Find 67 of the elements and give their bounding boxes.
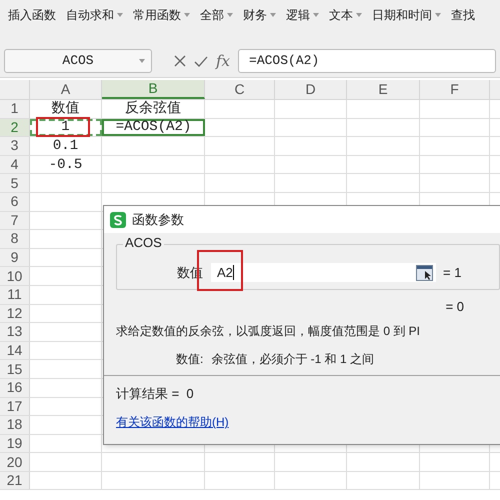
row-header[interactable]: 1 bbox=[0, 100, 30, 118]
table-cell[interactable]: 1 bbox=[30, 118, 102, 136]
row-header[interactable]: 10 bbox=[0, 267, 30, 285]
column-header[interactable]: E bbox=[347, 80, 420, 99]
ribbon-menu-item[interactable]: 常用函数 bbox=[133, 5, 190, 25]
column-header[interactable]: D bbox=[275, 80, 347, 99]
formula-field[interactable]: =ACOS(A2) bbox=[238, 49, 496, 73]
row-header[interactable]: 9 bbox=[0, 248, 30, 266]
row-header[interactable]: 18 bbox=[0, 416, 30, 434]
table-cell[interactable]: -0.5 bbox=[30, 156, 102, 174]
row-header[interactable]: 3 bbox=[0, 137, 30, 155]
table-cell[interactable]: 数值 bbox=[30, 100, 102, 118]
column-header[interactable]: F bbox=[420, 80, 490, 99]
dialog-title: 函数参数 bbox=[132, 212, 184, 228]
row-header[interactable]: 12 bbox=[0, 304, 30, 322]
ribbon-menu-item[interactable]: 插入函数 bbox=[8, 5, 56, 25]
argument-help-text: 余弦值，必须介于 -1 和 1 之间 bbox=[211, 351, 374, 367]
caret-icon bbox=[270, 13, 276, 17]
row-header[interactable]: 7 bbox=[0, 212, 30, 230]
row-header[interactable]: 17 bbox=[0, 398, 30, 416]
caret-icon bbox=[139, 59, 145, 63]
argument-field[interactable]: A2 bbox=[211, 263, 436, 282]
row-header[interactable]: 14 bbox=[0, 342, 30, 360]
name-box[interactable]: ACOS bbox=[4, 49, 152, 73]
caret-icon bbox=[117, 13, 123, 17]
row-header[interactable]: 5 bbox=[0, 174, 30, 192]
ribbon-menu-item[interactable]: 日期和时间 bbox=[372, 5, 441, 25]
ribbon-menu-item[interactable]: 自动求和 bbox=[66, 5, 123, 25]
row-header[interactable]: 2 bbox=[0, 118, 30, 136]
caret-icon bbox=[227, 13, 233, 17]
row-header[interactable]: 4 bbox=[0, 156, 30, 174]
fx-icon[interactable]: fx bbox=[216, 50, 230, 72]
row-header[interactable]: 21 bbox=[0, 472, 30, 490]
caret-icon bbox=[184, 13, 190, 17]
ribbon-menu-item[interactable]: 全部 bbox=[200, 5, 233, 25]
check-icon[interactable] bbox=[194, 56, 208, 66]
highlight-box bbox=[36, 117, 90, 137]
table-cell[interactable]: =ACOS(A2) bbox=[102, 118, 205, 136]
function-description: 求给定数值的反余弦，以弧度返回，幅度值范围是 0 到 PI bbox=[116, 323, 422, 339]
range-picker-icon[interactable] bbox=[416, 264, 433, 280]
row-header[interactable]: 11 bbox=[0, 286, 30, 304]
row-header[interactable]: 20 bbox=[0, 453, 30, 471]
row-header[interactable]: 16 bbox=[0, 378, 30, 396]
ribbon-menu-item[interactable]: 财务 bbox=[243, 5, 276, 25]
column-header[interactable]: C bbox=[205, 80, 275, 99]
argument-help-label: 数值: bbox=[176, 351, 204, 367]
row-header[interactable]: 13 bbox=[0, 323, 30, 341]
app-logo-icon bbox=[110, 212, 126, 228]
row-header[interactable]: 19 bbox=[0, 434, 30, 452]
row-header[interactable]: 15 bbox=[0, 360, 30, 378]
help-link[interactable]: 有关该函数的帮助(H) bbox=[116, 414, 229, 430]
caret-icon bbox=[313, 13, 319, 17]
row-header[interactable]: 8 bbox=[0, 230, 30, 248]
ribbon-menu-item[interactable]: 逻辑 bbox=[286, 5, 319, 25]
formula-result: = 0 bbox=[446, 299, 464, 315]
ribbon-menu-item[interactable]: 查找 bbox=[451, 5, 475, 25]
row-header[interactable]: 6 bbox=[0, 192, 30, 211]
text-cursor bbox=[232, 265, 234, 280]
table-cell[interactable]: 反余弦值 bbox=[102, 100, 205, 118]
calc-result: 计算结果 = 0 bbox=[116, 386, 195, 402]
caret-icon bbox=[356, 13, 362, 17]
column-header[interactable]: B bbox=[102, 80, 205, 99]
cancel-icon[interactable] bbox=[174, 55, 186, 67]
caret-icon bbox=[435, 13, 441, 17]
ribbon-menu-item[interactable]: 文本 bbox=[329, 5, 362, 25]
table-cell[interactable]: 0.1 bbox=[30, 137, 102, 155]
argument-result: = 1 bbox=[443, 264, 462, 280]
